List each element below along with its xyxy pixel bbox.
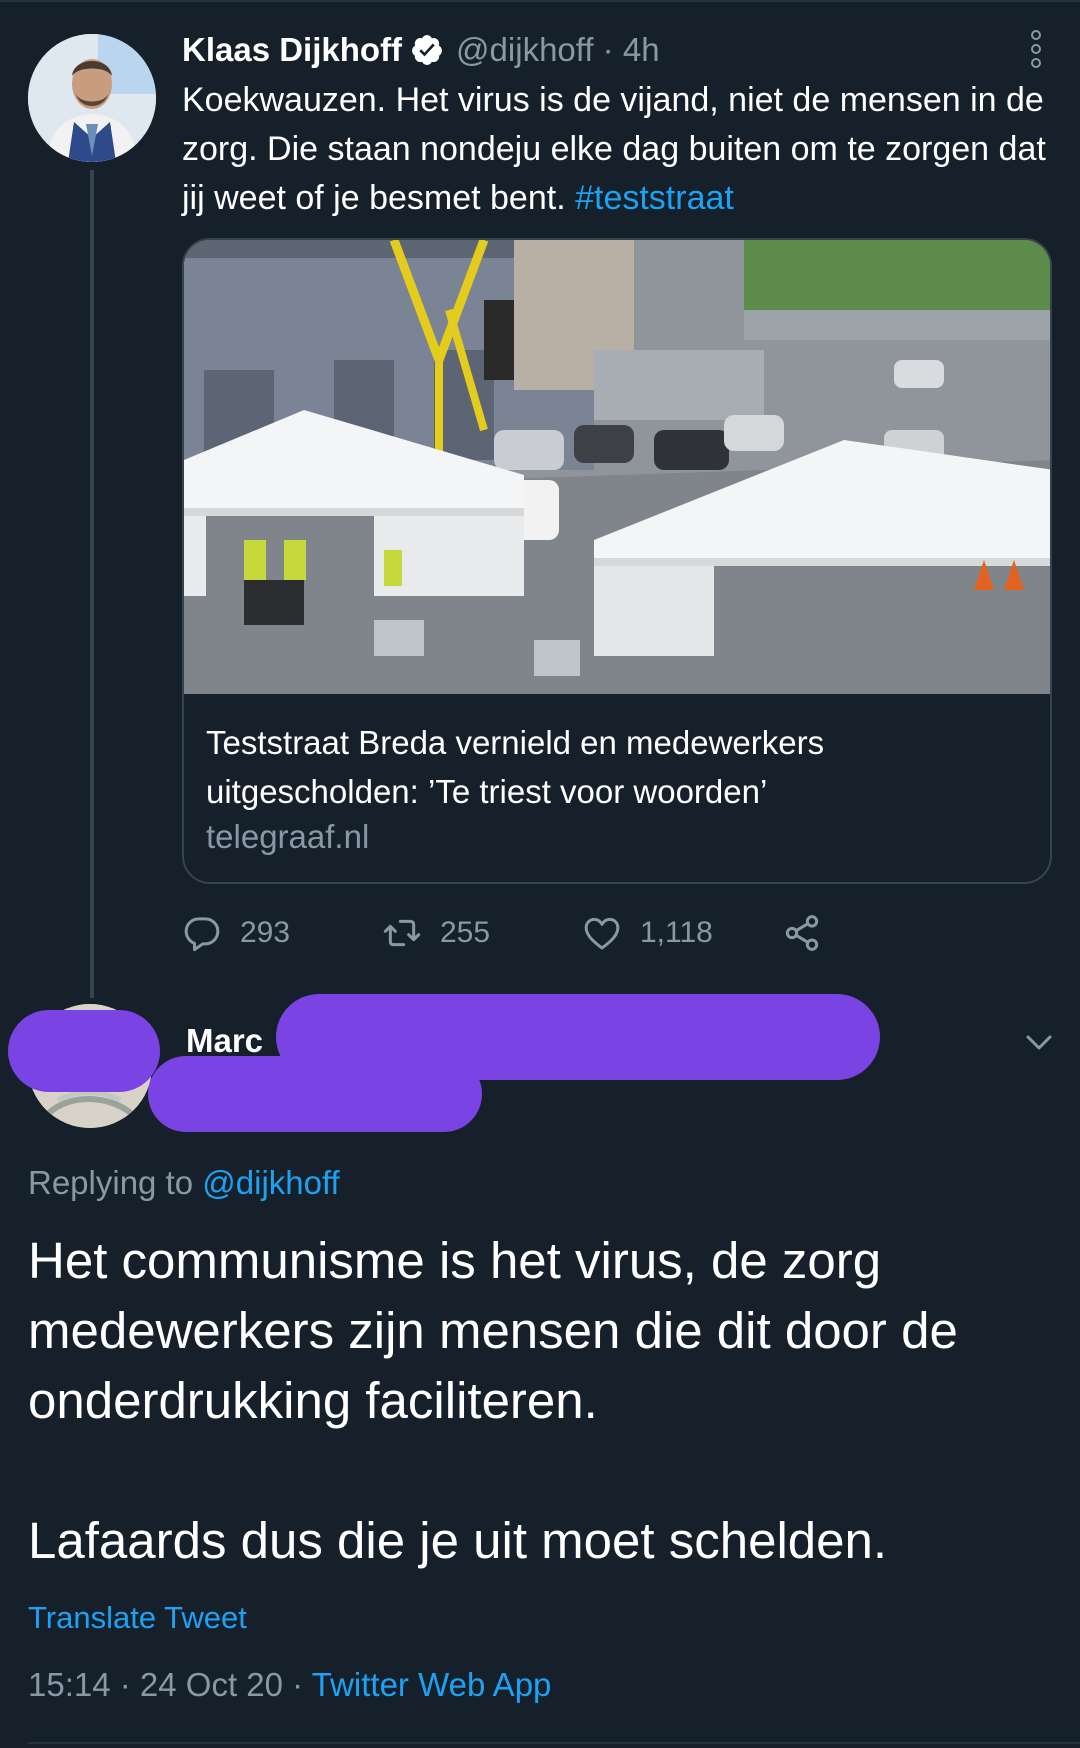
tweet-text: Koekwauzen. Het virus is de vijand, niet…	[182, 76, 1052, 223]
replying-to: Replying to @dijkhoff	[28, 1164, 340, 1202]
card-domain: telegraaf.nl	[206, 818, 370, 855]
heart-icon	[584, 917, 620, 950]
verified-badge-icon	[412, 35, 442, 65]
share-icon	[785, 915, 819, 951]
reply-button[interactable]: 293	[182, 908, 290, 958]
retweet-count: 255	[440, 916, 491, 949]
bottom-divider	[28, 1742, 1080, 1744]
source-app-link[interactable]: Twitter Web App	[312, 1666, 552, 1703]
tweet-timestamp[interactable]: 15:14 · 24 Oct 20 ·	[28, 1666, 312, 1703]
tweet-metadata: 15:14 · 24 Oct 20 · Twitter Web App	[28, 1666, 551, 1704]
chevron-down-icon[interactable]	[1024, 1030, 1054, 1054]
hashtag-link[interactable]: #teststraat	[575, 179, 734, 217]
top-divider	[0, 0, 1080, 2]
retweet-button[interactable]: 255	[382, 908, 490, 958]
avatar[interactable]	[28, 34, 156, 162]
replying-to-label: Replying to	[28, 1164, 203, 1201]
retweet-icon	[383, 919, 421, 947]
redaction-mark	[148, 1056, 482, 1132]
like-count: 1,118	[640, 916, 713, 949]
reply-icon	[184, 917, 220, 952]
reply-count: 293	[240, 916, 291, 949]
author-name[interactable]: Klaas Dijkhoff	[182, 31, 402, 69]
share-button[interactable]	[782, 908, 822, 958]
more-options-icon[interactable]	[1030, 30, 1042, 68]
like-button[interactable]: 1,118	[582, 908, 713, 958]
card-image	[184, 240, 1050, 694]
replying-to-mention[interactable]: @dijkhoff	[202, 1164, 339, 1201]
tweet-header: Klaas Dijkhoff @dijkhoff · 4h	[182, 28, 660, 72]
tweet-actions: 293 255 1,118	[182, 908, 942, 958]
card-title: Teststraat Breda vernield en medewerkers…	[206, 724, 825, 810]
reply-text: Het communisme is het virus, de zorg med…	[28, 1232, 958, 1569]
link-preview-card[interactable]: Teststraat Breda vernield en medewerkers…	[182, 238, 1052, 884]
translate-tweet-link[interactable]: Translate Tweet	[28, 1600, 247, 1636]
thread-connector	[90, 170, 94, 998]
redaction-mark	[8, 1010, 160, 1092]
handle-and-time[interactable]: @dijkhoff · 4h	[456, 31, 660, 69]
reply-author-name[interactable]: Marc	[186, 1022, 263, 1060]
